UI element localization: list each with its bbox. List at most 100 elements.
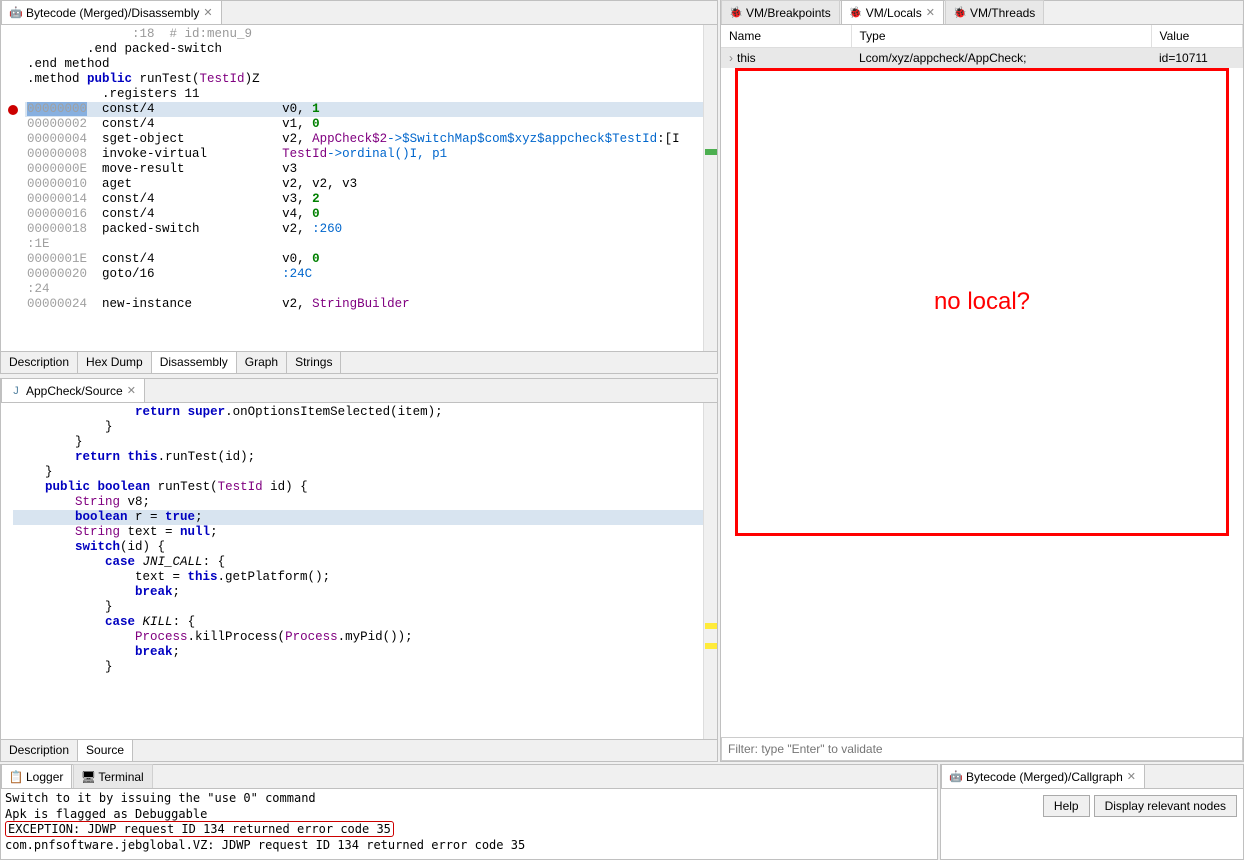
gutter[interactable] [1,282,25,297]
gutter[interactable] [1,42,25,57]
code-line[interactable]: 00000014 const/4 v3, 2 [1,192,717,207]
source-line[interactable]: Process.killProcess(Process.myPid()); [13,630,717,645]
logger-tabbar: 📋Logger🖥Terminal [1,765,937,789]
bottom-tab-hex-dump[interactable]: Hex Dump [78,352,152,373]
close-icon[interactable]: ✕ [203,6,212,19]
code-line[interactable]: 00000008 invoke-virtual TestId->ordinal(… [1,147,717,162]
source-line[interactable]: return super.onOptionsItemSelected(item)… [13,405,717,420]
source-line[interactable]: return this.runTest(id); [13,450,717,465]
logger-content[interactable]: Switch to it by issuing the "use 0" comm… [1,789,937,855]
code-line[interactable]: 00000024 new-instance v2, StringBuilder [1,297,717,312]
code-line[interactable]: .end packed-switch [1,42,717,57]
disassembly-content[interactable]: :18 # id:menu_9 .end packed-switch.end m… [1,25,717,351]
source-line[interactable]: switch(id) { [13,540,717,555]
close-icon[interactable]: ✕ [1127,770,1136,783]
bottom-tab-disassembly[interactable]: Disassembly [152,352,237,373]
source-line[interactable]: } [13,435,717,450]
code-line[interactable]: :18 # id:menu_9 [1,27,717,42]
scrollbar[interactable] [703,25,717,351]
source-line[interactable]: public boolean runTest(TestId id) { [13,480,717,495]
code-line[interactable]: 00000020 goto/16 :24C [1,267,717,282]
log-line: EXCEPTION: JDWP request ID 134 returned … [5,822,933,838]
bottom-tab-description[interactable]: Description [1,740,78,761]
gutter[interactable] [1,27,25,42]
source-line[interactable]: boolean r = true; [13,510,717,525]
gutter[interactable] [1,147,25,162]
source-tab-label: AppCheck/Source [26,384,123,398]
code-line[interactable]: 00000016 const/4 v4, 0 [1,207,717,222]
code-line[interactable]: 00000004 sget-object v2, AppCheck$2->$Sw… [1,132,717,147]
locals-filter-input[interactable] [721,737,1243,761]
bottom-tab-description[interactable]: Description [1,352,78,373]
code-line[interactable]: .end method [1,57,717,72]
code-text: boolean r = true; [13,510,717,525]
gutter[interactable] [1,87,25,102]
locals-column-value[interactable]: Value [1151,25,1243,48]
source-line[interactable]: String v8; [13,495,717,510]
code-text: case KILL: { [13,615,717,630]
scrollbar[interactable] [703,403,717,739]
logger-tab-logger[interactable]: 📋Logger [1,764,72,788]
source-line[interactable]: } [13,465,717,480]
locals-column-type[interactable]: Type [851,25,1151,48]
vm-tabbar: 🐞VM/Breakpoints🐞VM/Locals✕🐞VM/Threads [721,1,1243,25]
gutter[interactable] [1,192,25,207]
breakpoint-icon[interactable] [8,105,18,115]
vm-tab-vm-locals[interactable]: 🐞VM/Locals✕ [841,0,944,24]
source-tab[interactable]: J AppCheck/Source ✕ [1,378,145,402]
gutter[interactable] [1,57,25,72]
code-line[interactable]: 0000000E move-result v3 [1,162,717,177]
gutter[interactable] [1,162,25,177]
locals-column-name[interactable]: Name [721,25,851,48]
gutter[interactable] [1,177,25,192]
code-line[interactable]: 00000002 const/4 v1, 0 [1,117,717,132]
source-line[interactable]: } [13,660,717,675]
locals-content: NameTypeValue ›thisLcom/xyz/appcheck/App… [721,25,1243,761]
gutter[interactable] [1,72,25,87]
gutter[interactable] [1,102,25,117]
close-icon[interactable]: ✕ [926,6,935,19]
source-line[interactable]: break; [13,585,717,600]
source-line[interactable]: case KILL: { [13,615,717,630]
source-line[interactable]: text = this.getPlatform(); [13,570,717,585]
vm-tab-vm-threads[interactable]: 🐞VM/Threads [945,0,1044,24]
code-text: switch(id) { [13,540,717,555]
source-line[interactable]: } [13,420,717,435]
gutter[interactable] [1,132,25,147]
source-line[interactable]: String text = null; [13,525,717,540]
locals-row[interactable]: ›thisLcom/xyz/appcheck/AppCheck;id=10711 [721,48,1243,69]
code-line[interactable]: 00000010 aget v2, v2, v3 [1,177,717,192]
code-line[interactable]: 00000000 const/4 v0, 1 [1,102,717,117]
expand-icon[interactable]: › [729,51,733,65]
bottom-tab-strings[interactable]: Strings [287,352,341,373]
help-button[interactable]: Help [1043,795,1090,817]
source-content[interactable]: return super.onOptionsItemSelected(item)… [1,403,717,739]
gutter[interactable] [1,207,25,222]
gutter[interactable] [1,222,25,237]
bottom-tab-source[interactable]: Source [78,740,133,761]
gutter[interactable] [1,237,25,252]
gutter[interactable] [1,267,25,282]
bottom-tab-graph[interactable]: Graph [237,352,287,373]
display-relevant-nodes-button[interactable]: Display relevant nodes [1094,795,1237,817]
scroll-marker [705,643,717,649]
vm-tab-vm-breakpoints[interactable]: 🐞VM/Breakpoints [721,0,840,24]
code-line[interactable]: 00000018 packed-switch v2, :260 [1,222,717,237]
callgraph-tab[interactable]: 🤖 Bytecode (Merged)/Callgraph ✕ [941,764,1145,788]
source-line[interactable]: break; [13,645,717,660]
code-line[interactable]: :1E [1,237,717,252]
logger-tab-terminal[interactable]: 🖥Terminal [73,764,152,788]
source-line[interactable]: } [13,600,717,615]
code-text: return super.onOptionsItemSelected(item)… [13,405,717,420]
log-line: Switch to it by issuing the "use 0" comm… [5,791,933,807]
gutter[interactable] [1,297,25,312]
gutter[interactable] [1,117,25,132]
close-icon[interactable]: ✕ [127,384,136,397]
code-line[interactable]: 0000001E const/4 v0, 0 [1,252,717,267]
code-line[interactable]: :24 [1,282,717,297]
source-line[interactable]: case JNI_CALL: { [13,555,717,570]
code-line[interactable]: .method public runTest(TestId)Z [1,72,717,87]
gutter[interactable] [1,252,25,267]
disassembly-tab[interactable]: 🤖 Bytecode (Merged)/Disassembly ✕ [1,0,222,24]
code-line[interactable]: .registers 11 [1,87,717,102]
